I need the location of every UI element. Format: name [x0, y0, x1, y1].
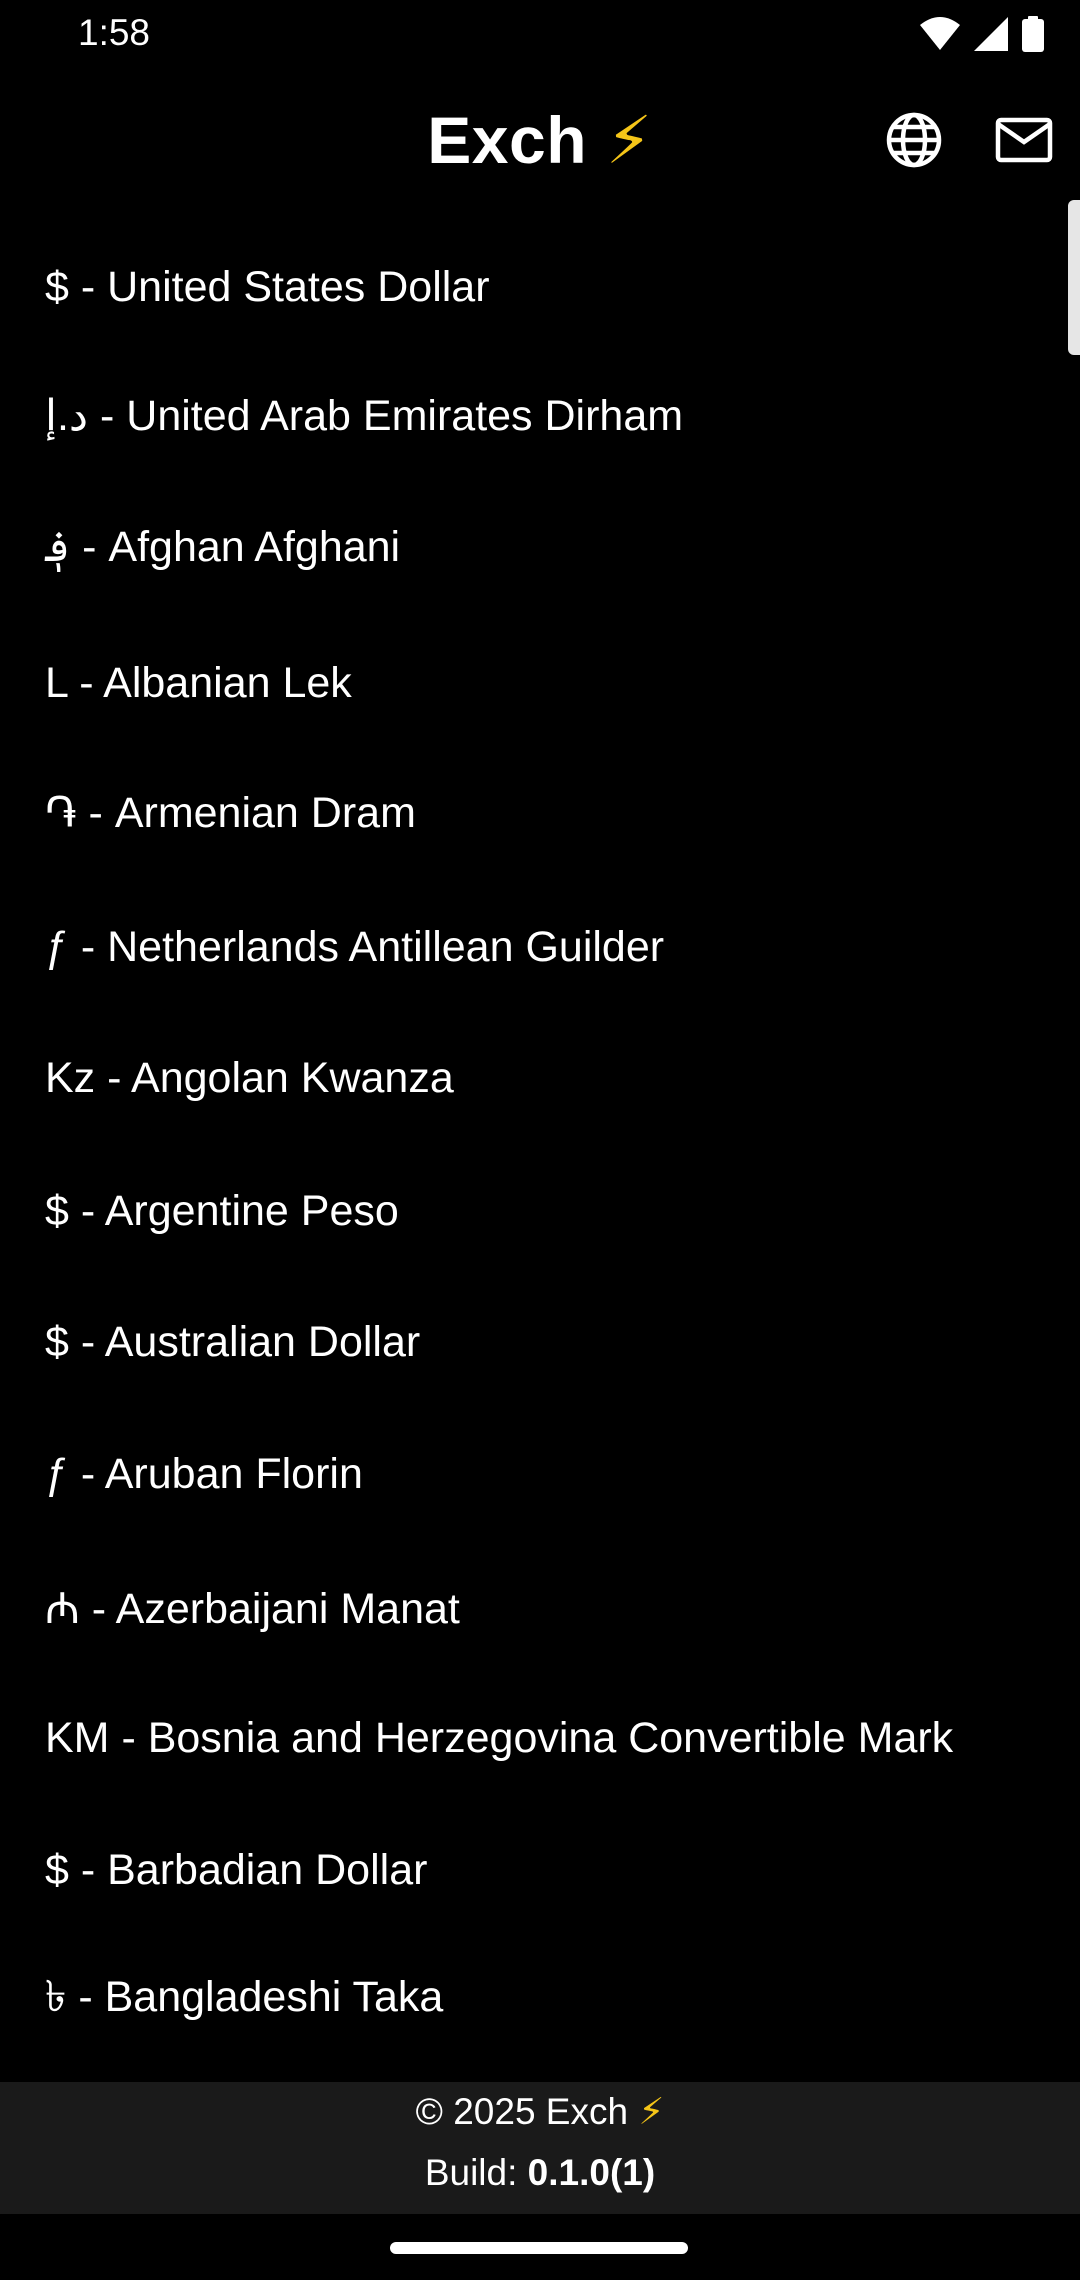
currency-item-bam[interactable]: KM - Bosnia and Herzegovina Convertible … [0, 1678, 1060, 1798]
currency-item-aud[interactable]: $ - Australian Dollar [0, 1282, 1060, 1402]
lightning-icon: ⚡ [605, 103, 653, 177]
currency-item-awg[interactable]: ƒ - Aruban Florin [0, 1414, 1060, 1534]
currency-item-ang[interactable]: ƒ - Netherlands Antillean Guilder [0, 887, 1060, 1007]
footer-copyright: © 2025 Exch ⚡ [0, 2090, 1080, 2133]
status-bar: 1:58 [0, 0, 1080, 72]
currency-item-bbd[interactable]: $ - Barbadian Dollar [0, 1810, 1060, 1930]
footer: © 2025 Exch ⚡ Build: 0.1.0(1) [0, 2082, 1080, 2214]
currency-list[interactable]: $ - United States Dollar د.إ - United Ar… [0, 200, 1080, 2082]
mail-icon [995, 117, 1053, 168]
contact-button[interactable] [988, 106, 1060, 178]
footer-build: Build: 0.1.0(1) [0, 2152, 1080, 2194]
app-screen: 1:58 Exch ⚡ $ - United States Dollar د.إ… [0, 0, 1080, 2280]
currency-item-aed[interactable]: د.إ - United Arab Emirates Dirham [0, 356, 1060, 476]
gesture-handle[interactable] [390, 2242, 688, 2254]
status-icons [920, 16, 1044, 52]
currency-item-aoa[interactable]: Kz - Angolan Kwanza [0, 1018, 1060, 1138]
footer-lightning-icon: ⚡ [638, 2091, 665, 2132]
currency-item-afn[interactable]: ؋ - Afghan Afghani [0, 487, 1060, 607]
language-button[interactable] [878, 106, 950, 178]
currency-item-bdt[interactable]: ৳ - Bangladeshi Taka [0, 1940, 1060, 2060]
currency-item-azn[interactable]: ₼ - Azerbaijani Manat [0, 1546, 1060, 1666]
app-title-text: Exch [427, 103, 588, 177]
currency-item-ars[interactable]: $ - Argentine Peso [0, 1151, 1060, 1271]
currency-item-all[interactable]: L - Albanian Lek [0, 623, 1060, 743]
currency-item-amd[interactable]: ֏ - Armenian Dram [0, 753, 1060, 873]
globe-icon [885, 111, 943, 174]
app-bar: Exch ⚡ [0, 72, 1080, 212]
build-label: Build: [424, 2152, 518, 2193]
battery-icon [1022, 16, 1044, 52]
list-scrollbar[interactable] [1068, 200, 1080, 355]
copyright-text: © 2025 Exch [415, 2091, 629, 2132]
currency-item-usd[interactable]: $ - United States Dollar [0, 227, 1060, 347]
build-version: 0.1.0(1) [527, 2152, 656, 2193]
wifi-icon [920, 17, 960, 51]
status-time: 1:58 [78, 12, 151, 53]
signal-icon [974, 17, 1008, 51]
